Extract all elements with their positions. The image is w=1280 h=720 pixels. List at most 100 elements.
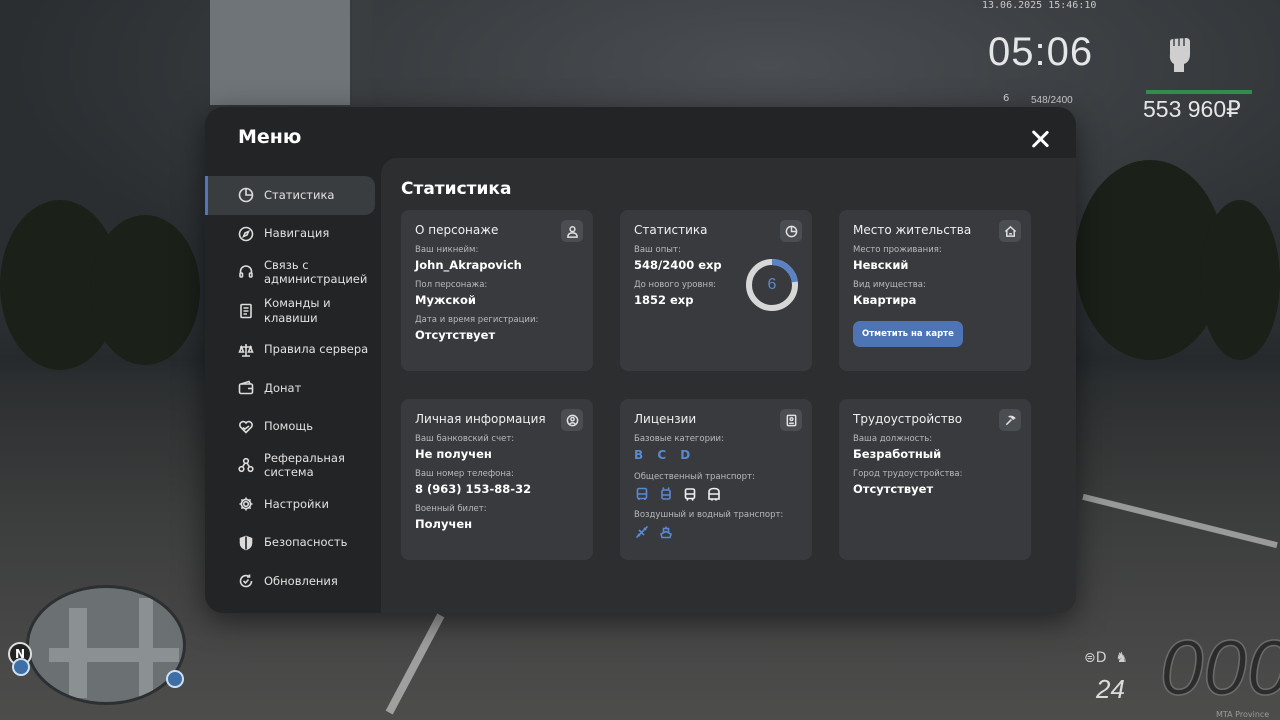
heart-hand-icon: [237, 418, 255, 436]
base-categories-label: Базовые категории:: [634, 434, 724, 444]
exp-label: Ваш опыт:: [634, 245, 681, 255]
network-icon: [237, 456, 255, 474]
shield-icon: [237, 534, 255, 552]
minimap: [26, 585, 186, 705]
tree: [1200, 200, 1280, 360]
nickname-value: John_Akrapovich: [415, 258, 522, 272]
tram-icon: [682, 486, 698, 502]
scales-icon: [237, 341, 255, 359]
trolleybus-icon: [658, 486, 674, 502]
hud-exp: 548/2400: [1031, 95, 1073, 106]
hud-datetime: 13.06.2025 15:46:10: [982, 0, 1097, 11]
user-icon: [561, 220, 583, 242]
sidebar-item-referral[interactable]: Реферальная система: [205, 446, 381, 485]
building-edge: [352, 0, 372, 105]
employment-city-value: Отсутствует: [853, 482, 934, 496]
sidebar-item-label: Правила сервера: [264, 342, 369, 357]
close-button[interactable]: [1029, 128, 1051, 150]
refresh-check-icon: [237, 572, 255, 590]
hud-money: 553 960₽: [1143, 96, 1241, 122]
employment-city-label: Город трудоустройства:: [853, 469, 963, 479]
bank-label: Ваш банковский счет:: [415, 434, 515, 444]
military-value: Получен: [415, 517, 473, 531]
pie-chart-icon: [237, 186, 255, 204]
character-card: О персонаже Ваш никнейм: John_Akrapovich…: [401, 210, 593, 371]
sidebar-item-updates[interactable]: Обновления: [205, 562, 381, 601]
minimap-blip-icon: [12, 658, 30, 676]
show-on-map-button[interactable]: Отметить на карте: [853, 321, 963, 347]
position-label: Ваша должность:: [853, 434, 933, 444]
sidebar-item-statistics[interactable]: Статистика: [205, 176, 375, 215]
card-title: Место жительства: [853, 223, 972, 237]
content-panel: Статистика О персонаже Ваш никнейм: John…: [381, 158, 1076, 613]
hud-clock: 05:06: [988, 30, 1094, 74]
fist-icon: [1169, 38, 1190, 72]
building: [210, 0, 350, 105]
sidebar-item-donate[interactable]: Донат: [205, 369, 381, 408]
air-water-label: Воздушный и водный транспорт:: [634, 510, 784, 520]
sidebar-item-commands[interactable]: Команды и клавиши: [205, 292, 381, 331]
headset-icon: [237, 263, 255, 281]
compass-icon: [237, 225, 255, 243]
pickaxe-icon: [999, 409, 1021, 431]
sidebar-item-security[interactable]: Безопасность: [205, 523, 381, 562]
registration-label: Дата и время регистрации:: [415, 315, 539, 325]
document-icon: [237, 302, 255, 320]
sidebar-item-rules[interactable]: Правила сервера: [205, 330, 381, 369]
residence-value: Невский: [853, 258, 909, 272]
sidebar-item-navigation[interactable]: Навигация: [205, 215, 381, 254]
public-transport-icons: [634, 486, 798, 502]
sidebar-item-label: Помощь: [264, 419, 314, 434]
hud-level: 6: [1003, 93, 1010, 104]
sidebar-item-label: Статистика: [264, 187, 335, 202]
personal-info-card: Личная информация Ваш банковский счет: Н…: [401, 399, 593, 560]
sidebar-item-label: Реферальная система: [264, 450, 345, 480]
phone-label: Ваш номер телефона:: [415, 469, 514, 479]
vehicle-status-icons: ⊜D ♞: [1084, 650, 1128, 666]
bank-value: Не получен: [415, 447, 492, 461]
sidebar-item-label: Команды и клавиши: [264, 296, 331, 326]
residence-card: Место жительства Место проживания: Невск…: [839, 210, 1031, 371]
pie-chart-icon: [780, 220, 802, 242]
base-categories-value: B C D: [634, 448, 696, 462]
id-card-icon: [780, 409, 802, 431]
property-label: Вид имущества:: [853, 280, 926, 290]
residence-label: Место проживания:: [853, 245, 942, 255]
page-title: Статистика: [401, 179, 512, 199]
server-watermark: MTA Province RP: [1216, 710, 1270, 720]
air-water-icons: [634, 524, 798, 540]
property-value: Квартира: [853, 293, 917, 307]
sidebar-item-help[interactable]: Помощь: [205, 408, 381, 447]
user-circle-icon: [561, 409, 583, 431]
level-number: 6: [767, 276, 777, 293]
menu-window: Меню Статистика Навигация Связь с админи…: [205, 107, 1076, 613]
card-title: Личная информация: [415, 412, 546, 426]
nickname-label: Ваш никнейм:: [415, 245, 479, 255]
hud-speedometer: 000: [1159, 622, 1280, 712]
gender-value: Мужской: [415, 293, 476, 307]
health-bar: [1146, 90, 1252, 94]
plane-icon: [634, 524, 650, 540]
house-icon: [999, 220, 1021, 242]
card-title: Лицензии: [634, 412, 697, 426]
minimap-blip-icon: [166, 670, 184, 688]
sidebar-item-label: Настройки: [264, 496, 329, 511]
hud-gear: 24: [1096, 674, 1125, 704]
military-label: Военный билет:: [415, 504, 487, 514]
registration-value: Отсутствует: [415, 328, 496, 342]
boat-icon: [658, 524, 674, 540]
card-title: Трудоустройство: [853, 412, 963, 426]
card-title: О персонаже: [415, 223, 499, 237]
sidebar-item-settings[interactable]: Настройки: [205, 485, 381, 524]
sidebar-item-label: Безопасность: [264, 535, 348, 550]
sidebar-item-admin-contact[interactable]: Связь с администрацией: [205, 253, 381, 292]
metro-icon: [706, 486, 722, 502]
sidebar: Статистика Навигация Связь с администрац…: [205, 176, 381, 601]
gender-label: Пол персонажа:: [415, 280, 488, 290]
wallet-icon: [237, 379, 255, 397]
employment-card: Трудоустройство Ваша должность: Безработ…: [839, 399, 1031, 560]
bus-icon: [634, 486, 650, 502]
gear-icon: [237, 495, 255, 513]
sidebar-item-label: Навигация: [264, 226, 330, 241]
sidebar-item-label: Обновления: [264, 573, 338, 588]
